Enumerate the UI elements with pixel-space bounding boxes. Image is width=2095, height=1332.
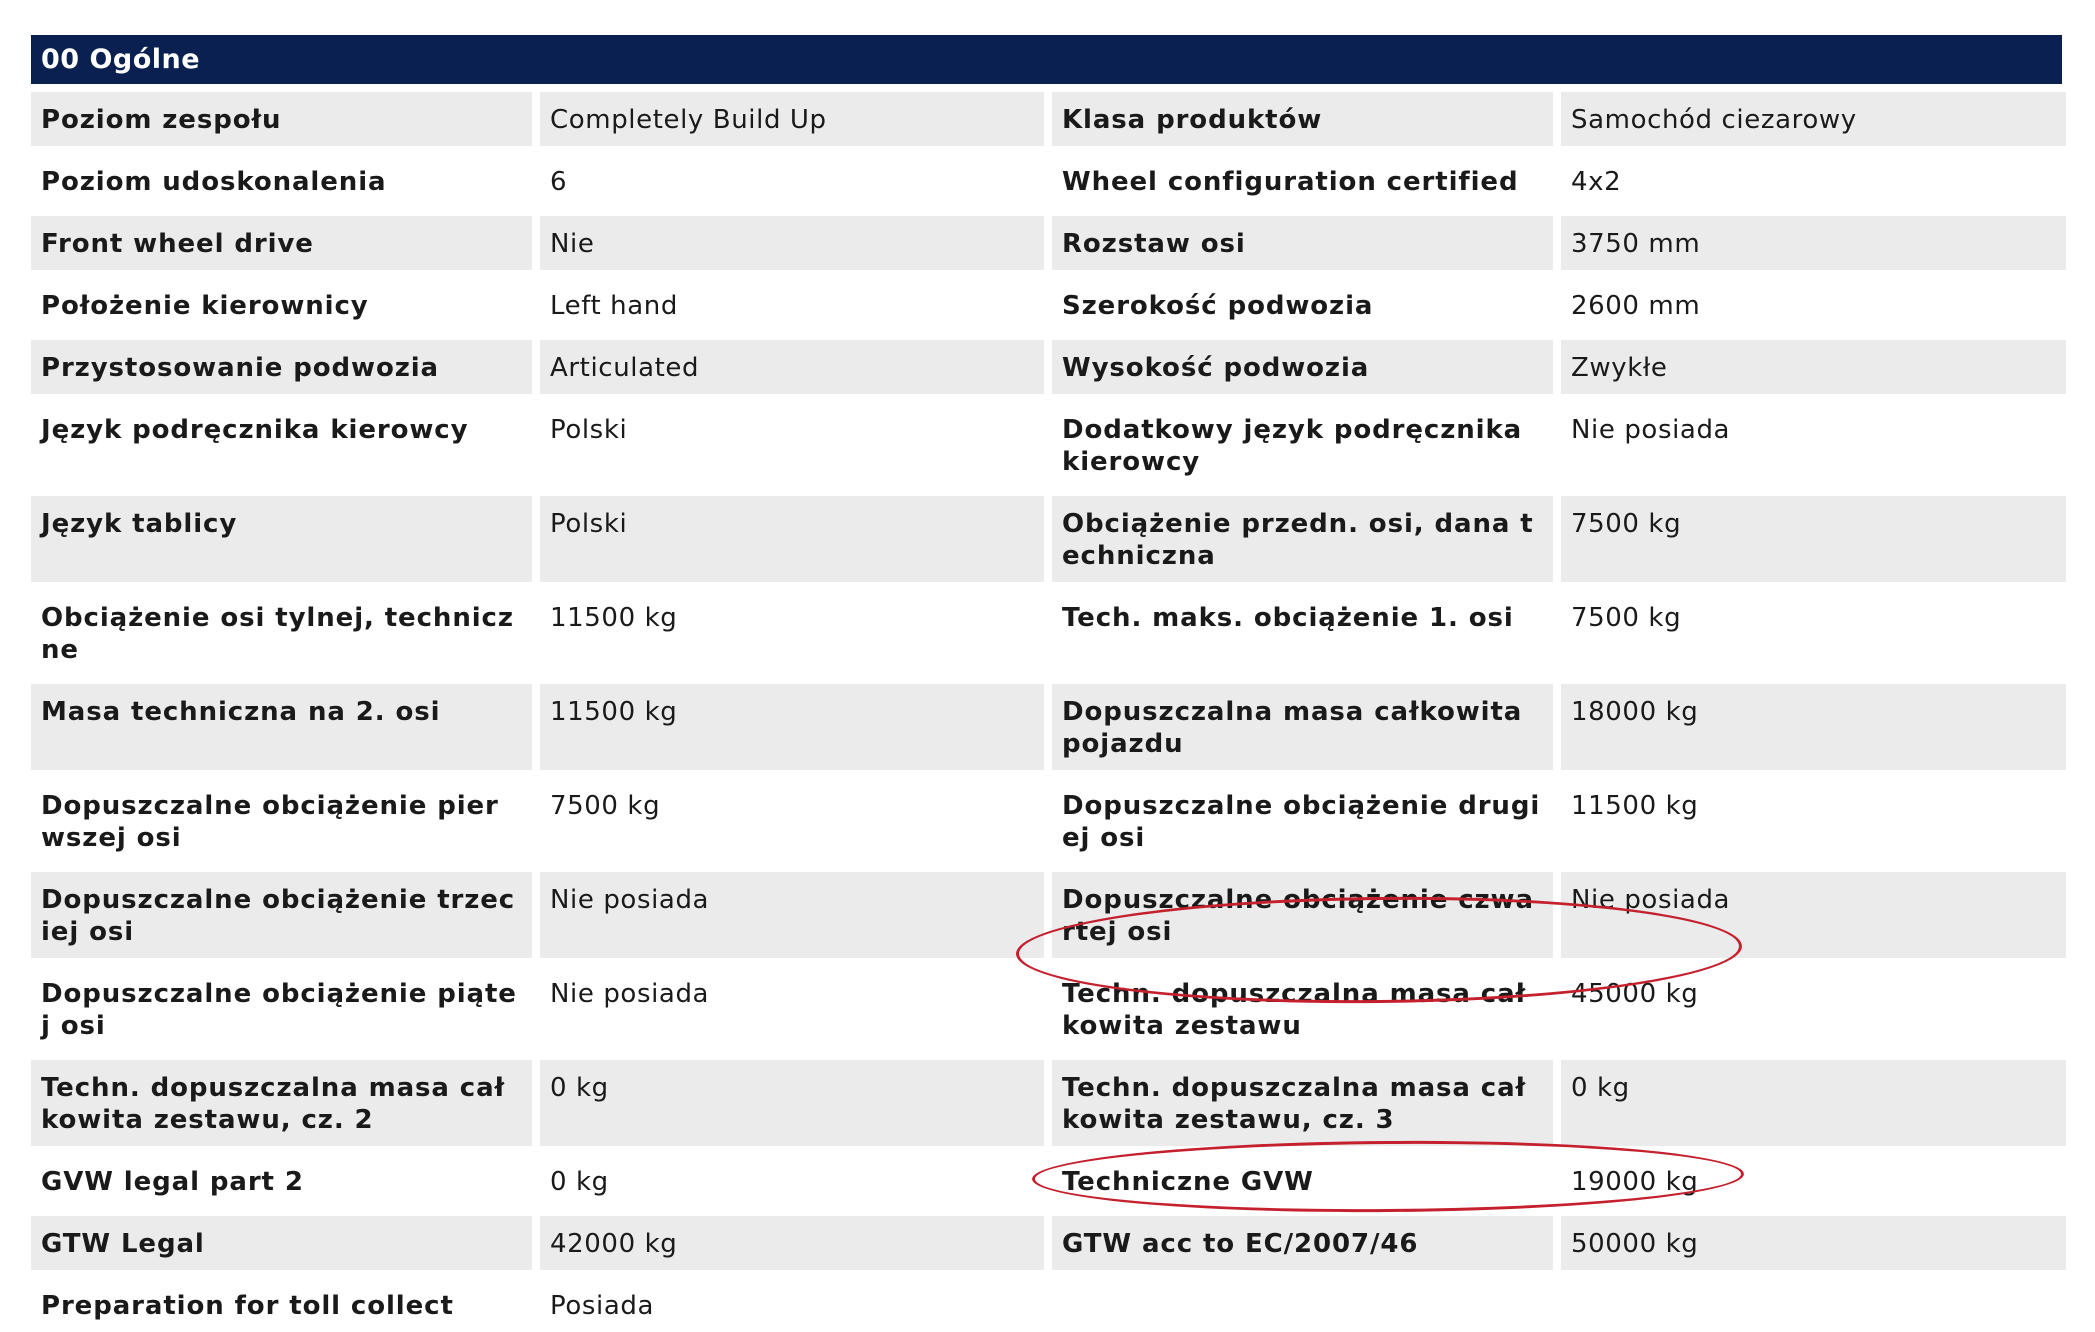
spec-table: 00 Ogólne Poziom zespołu Completely Buil… — [31, 35, 2066, 1332]
row-label: Rozstaw osi — [1052, 216, 1553, 270]
row-value: 50000 kg — [1561, 1216, 2066, 1270]
row-label: Dopuszczalna masa całkowita pojazdu — [1052, 684, 1553, 770]
row-value: Zwykłe — [1561, 340, 2066, 394]
row-value: Articulated — [540, 340, 1044, 394]
row-label: Obciążenie osi tylnej, techniczne — [41, 603, 514, 665]
row-label: Techn. dopuszczalna masa całkowita zesta… — [31, 1060, 532, 1146]
row-value: 0 kg — [550, 1167, 609, 1197]
row-value: 6 — [550, 167, 568, 197]
row-value: 7500 kg — [550, 791, 661, 821]
row-value: Nie posiada — [550, 979, 710, 1009]
row-label: Szerokość podwozia — [1062, 291, 1374, 321]
row-label: Przystosowanie podwozia — [31, 340, 532, 394]
row-value: 0 kg — [1561, 1060, 2066, 1146]
row-label: Dopuszczalne obciążenie czwartej osi — [1052, 872, 1553, 958]
table-row: Język podręcznika kierowcy Polski Dodatk… — [31, 402, 2062, 488]
row-label: Dodatkowy język podręcznika kierowcy — [1062, 415, 1523, 477]
row-label — [1052, 1278, 1553, 1332]
row-value: 11500 kg — [1571, 791, 1699, 821]
table-row: Front wheel drive Nie Rozstaw osi 3750 m… — [31, 216, 2066, 270]
row-value: Nie — [540, 216, 1044, 270]
table-row: Poziom udoskonalenia 6 Wheel configurati… — [31, 154, 2062, 208]
row-value: Posiada — [550, 1291, 654, 1321]
row-value: Nie posiada — [540, 872, 1044, 958]
row-value: 42000 kg — [540, 1216, 1044, 1270]
row-label: Dopuszczalne obciążenie drugiej osi — [1062, 791, 1541, 853]
row-value: Nie posiada — [1571, 415, 1731, 445]
row-value: 19000 kg — [1571, 1167, 1699, 1197]
table-row: Obciążenie osi tylnej, techniczne 11500 … — [31, 590, 2062, 676]
table-row: Dopuszczalne obciążenie pierwszej osi 75… — [31, 778, 2062, 864]
table-row: GTW Legal 42000 kg GTW acc to EC/2007/46… — [31, 1216, 2066, 1270]
row-label: Preparation for toll collect — [41, 1291, 454, 1321]
row-label: Język tablicy — [31, 496, 532, 582]
row-label: GVW legal part 2 — [41, 1167, 304, 1197]
row-label: Dopuszczalne obciążenie piątej osi — [41, 979, 517, 1041]
row-label: Klasa produktów — [1052, 92, 1553, 146]
row-label: Dopuszczalne obciążenie pierwszej osi — [41, 791, 499, 853]
row-label: Tech. maks. obciążenie 1. osi — [1062, 603, 1514, 633]
table-row: Język tablicy Polski Obciążenie przedn. … — [31, 496, 2066, 582]
row-value: Nie posiada — [1561, 872, 2066, 958]
table-row: Masa techniczna na 2. osi 11500 kg Dopus… — [31, 684, 2066, 770]
table-row: GVW legal part 2 0 kg Techniczne GVW 190… — [31, 1154, 2062, 1208]
section-header: 00 Ogólne — [31, 35, 2062, 84]
row-label: Poziom zespołu — [31, 92, 532, 146]
table-row: Techn. dopuszczalna masa całkowita zesta… — [31, 1060, 2066, 1146]
row-value: 18000 kg — [1561, 684, 2066, 770]
row-label: GTW acc to EC/2007/46 — [1052, 1216, 1553, 1270]
row-label: Wysokość podwozia — [1052, 340, 1553, 394]
row-value: Polski — [550, 415, 628, 445]
row-label: Techn. dopuszczalna masa całkowita zesta… — [1052, 1060, 1553, 1146]
row-label: Wheel configuration certified — [1062, 167, 1519, 197]
row-label: Techn. dopuszczalna masa całkowita zesta… — [1062, 979, 1527, 1041]
row-value: 0 kg — [540, 1060, 1044, 1146]
row-value: Completely Build Up — [540, 92, 1044, 146]
row-label: Dopuszczalne obciążenie trzeciej osi — [31, 872, 532, 958]
row-value: 2600 mm — [1571, 291, 1701, 321]
row-label: Obciążenie przedn. osi, dana techniczna — [1052, 496, 1553, 582]
row-label: Położenie kierownicy — [41, 291, 369, 321]
table-row: Preparation for toll collect Posiada — [31, 1278, 2062, 1332]
row-value: 4x2 — [1571, 167, 1622, 197]
row-value: 45000 kg — [1571, 979, 1699, 1009]
row-label: Front wheel drive — [31, 216, 532, 270]
row-label: Masa techniczna na 2. osi — [31, 684, 532, 770]
table-row: Dopuszczalne obciążenie piątej osi Nie p… — [31, 966, 2062, 1052]
row-value: Polski — [540, 496, 1044, 582]
row-value: 7500 kg — [1571, 603, 1682, 633]
table-row: Położenie kierownicy Left hand Szerokość… — [31, 278, 2062, 332]
row-value — [1561, 1278, 2066, 1332]
row-value: 7500 kg — [1561, 496, 2066, 582]
row-label: GTW Legal — [31, 1216, 532, 1270]
row-label: Poziom udoskonalenia — [41, 167, 387, 197]
table-row: Poziom zespołu Completely Build Up Klasa… — [31, 92, 2066, 146]
table-row: Dopuszczalne obciążenie trzeciej osi Nie… — [31, 872, 2066, 958]
row-label: Język podręcznika kierowcy — [41, 415, 469, 445]
row-value: Left hand — [550, 291, 678, 321]
table-row: Przystosowanie podwozia Articulated Wyso… — [31, 340, 2066, 394]
row-value: Samochód ciezarowy — [1561, 92, 2066, 146]
row-label: Techniczne GVW — [1062, 1167, 1314, 1197]
row-value: 3750 mm — [1561, 216, 2066, 270]
row-value: 11500 kg — [540, 684, 1044, 770]
row-value: 11500 kg — [550, 603, 678, 633]
